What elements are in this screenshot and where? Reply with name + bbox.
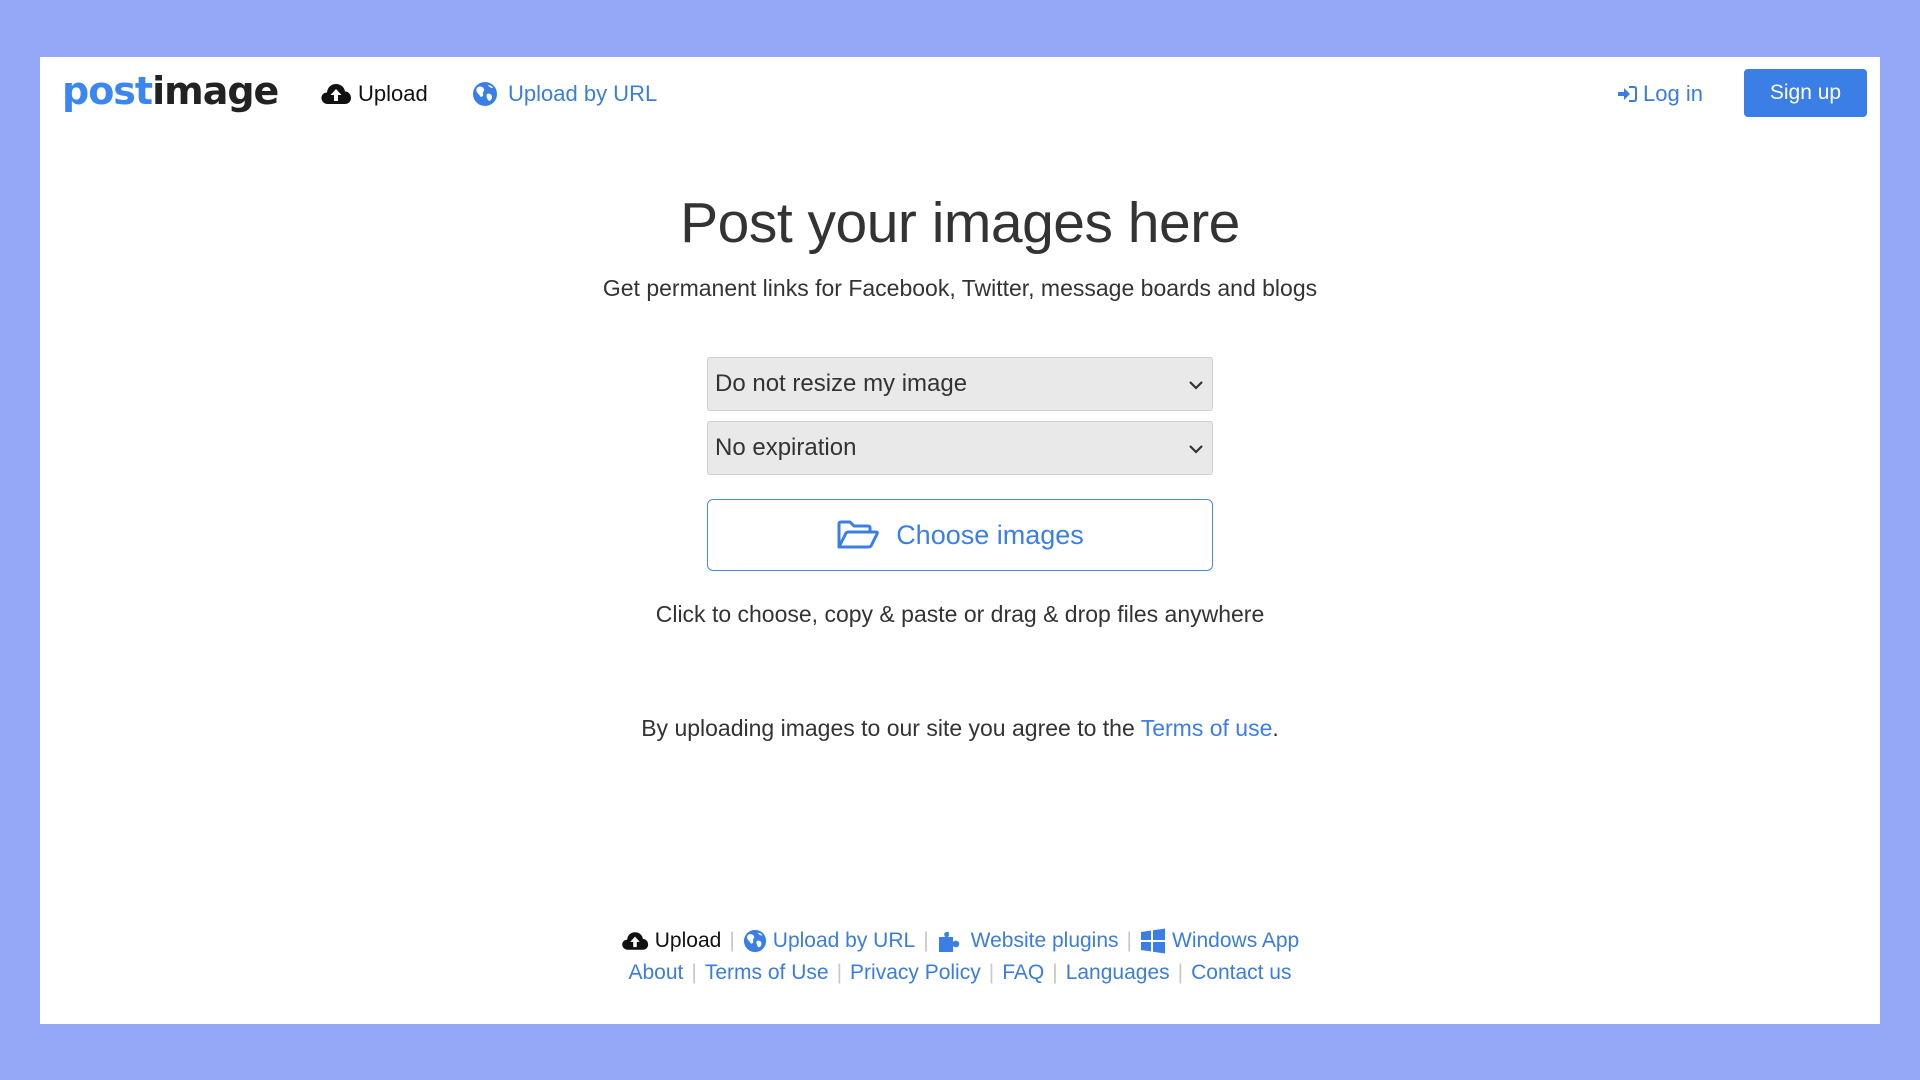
footer-windows-app-link[interactable]: Windows App <box>1140 926 1299 956</box>
globe-icon <box>743 929 767 953</box>
footer-primary-links: Upload | Upload by URL | Website plugins… <box>40 926 1880 956</box>
nav-upload[interactable]: Upload <box>320 76 428 112</box>
page-panel: postimage Upload Upload by URL Log in Si… <box>40 57 1880 1024</box>
separator: | <box>836 961 843 984</box>
nav-upload-label: Upload <box>358 81 428 106</box>
separator: | <box>1052 961 1058 984</box>
nav-upload-by-url-label: Upload by URL <box>508 81 658 106</box>
footer-website-plugins-label: Website plugins <box>970 929 1119 952</box>
expiration-select-value: No expiration <box>715 434 857 461</box>
choose-images-label: Choose images <box>896 519 1084 550</box>
folder-open-icon <box>836 520 880 550</box>
footer-contact-link[interactable]: Contact us <box>1191 958 1291 988</box>
separator: | <box>923 929 929 952</box>
sign-in-icon <box>1617 85 1637 103</box>
footer-privacy-link[interactable]: Privacy Policy <box>850 958 981 988</box>
footer-windows-app-label: Windows App <box>1172 929 1300 952</box>
globe-icon <box>472 81 498 107</box>
footer-secondary-links: About | Terms of Use | Privacy Policy | … <box>40 958 1880 988</box>
separator: | <box>729 929 735 952</box>
footer-terms-link[interactable]: Terms of Use <box>705 958 829 988</box>
footer-upload-by-url-link[interactable]: Upload by URL <box>743 926 915 956</box>
terms-of-use-link[interactable]: Terms of use <box>1141 715 1273 741</box>
footer-upload-link[interactable]: Upload <box>621 926 722 956</box>
windows-icon <box>1140 928 1166 954</box>
page-title: Post your images here <box>680 191 1240 255</box>
chevron-down-icon <box>1188 374 1204 402</box>
separator: | <box>1177 961 1184 984</box>
chevron-down-icon <box>1188 438 1204 466</box>
login-link[interactable]: Log in <box>1617 76 1703 112</box>
cloud-upload-icon <box>320 82 352 106</box>
logo-part-post: post <box>62 69 153 113</box>
resize-select[interactable]: Do not resize my image <box>707 357 1213 411</box>
separator: | <box>691 961 697 984</box>
terms-notice: By uploading images to our site you agre… <box>40 711 1880 745</box>
terms-suffix: . <box>1272 715 1279 741</box>
logo-part-image: image <box>152 69 279 113</box>
signup-button[interactable]: Sign up <box>1744 69 1867 117</box>
choose-images-button[interactable]: Choose images <box>707 499 1213 571</box>
footer-faq-link[interactable]: FAQ <box>1002 958 1044 988</box>
expiration-select[interactable]: No expiration <box>707 421 1213 475</box>
resize-select-value: Do not resize my image <box>715 370 968 397</box>
terms-prefix: By uploading images to our site you agre… <box>641 715 1141 741</box>
footer-about-link[interactable]: About <box>629 958 684 988</box>
footer-upload-label: Upload <box>654 929 722 952</box>
page-subtitle: Get permanent links for Facebook, Twitte… <box>602 275 1318 301</box>
puzzle-icon <box>937 929 965 953</box>
login-label: Log in <box>1643 81 1703 106</box>
nav-upload-by-url[interactable]: Upload by URL <box>472 76 657 112</box>
footer-languages-link[interactable]: Languages <box>1066 958 1170 988</box>
logo[interactable]: postimage <box>62 69 279 113</box>
separator: | <box>1126 929 1132 952</box>
footer-website-plugins-link[interactable]: Website plugins <box>937 926 1119 956</box>
separator: | <box>988 961 995 984</box>
upload-hint: Click to choose, copy & paste or drag & … <box>655 601 1265 627</box>
footer-upload-by-url-label: Upload by URL <box>772 929 916 952</box>
cloud-upload-icon <box>621 930 649 952</box>
